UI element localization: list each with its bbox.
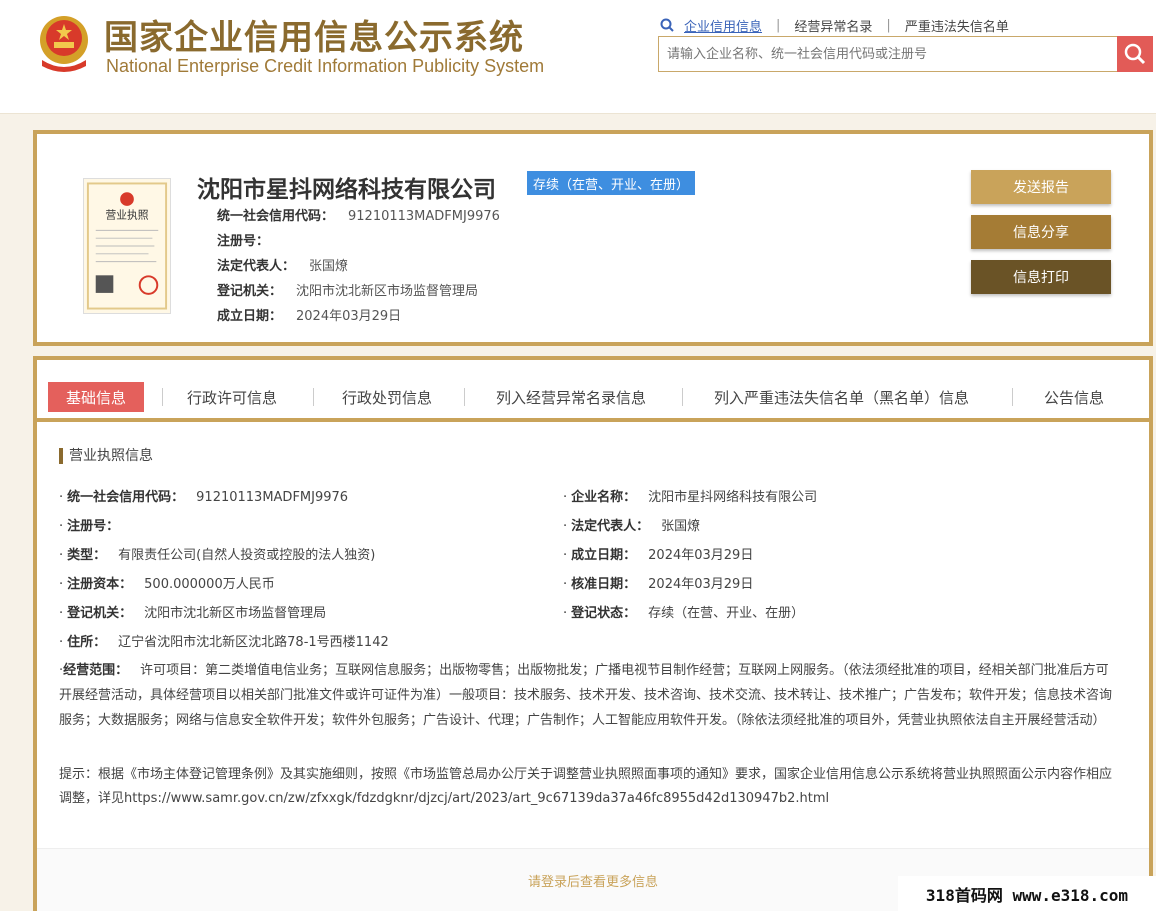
field-value: 91210113MADFMJ9976 — [196, 490, 349, 505]
field-value: 辽宁省沈阳市沈北新区沈北路78-1号西楼1142 — [118, 635, 389, 650]
field-label: 登记状态： — [571, 606, 637, 621]
field-address: · 住所： 辽宁省沈阳市沈北新区沈北路78-1号西楼1142 — [59, 635, 389, 650]
nav-abnormal-list-link[interactable]: 经营异常名录 — [794, 16, 872, 35]
field-value: 2024年03月29日 — [296, 309, 402, 324]
field-label: 成立日期： — [571, 548, 637, 563]
field-value: 沈阳市沈北新区市场监督管理局 — [144, 606, 327, 621]
field-label: 经营范围： — [63, 663, 129, 678]
summary-credit-code: 统一社会信用代码： 91210113MADFMJ9976 — [217, 205, 500, 224]
field-credit-code: · 统一社会信用代码： 91210113MADFMJ9976 — [59, 490, 349, 505]
search-button[interactable] — [1117, 36, 1153, 72]
field-value: 有限责任公司(自然人投资或控股的法人独资) — [118, 548, 376, 563]
field-value: 许可项目：第二类增值电信业务；互联网信息服务；出版物零售；出版物批发；广播电视节… — [59, 663, 1113, 728]
site-title: 国家企业信用信息公示系统 — [104, 18, 524, 58]
field-company-type: · 类型： 有限责任公司(自然人投资或控股的法人独资) — [59, 548, 376, 563]
send-report-button[interactable]: 发送报告 — [971, 170, 1111, 204]
company-detail-panel: 基础信息 行政许可信息 行政处罚信息 列入经营异常名录信息 列入严重违法失信名单… — [33, 356, 1153, 911]
share-info-button[interactable]: 信息分享 — [971, 215, 1111, 249]
field-label: 法定代表人： — [571, 519, 650, 534]
tab-abnormal-list[interactable]: 列入经营异常名录信息 — [496, 382, 646, 412]
field-label: 注册号： — [217, 234, 270, 249]
field-value: 沈阳市星抖网络科技有限公司 — [648, 490, 818, 505]
tab-admin-license[interactable]: 行政许可信息 — [187, 382, 277, 412]
search-icon — [660, 18, 674, 32]
detail-tabs: 基础信息 行政许可信息 行政处罚信息 列入经营异常名录信息 列入严重违法失信名单… — [37, 360, 1149, 422]
field-label: 统一社会信用代码： — [217, 209, 335, 224]
field-label: 注册号： — [67, 519, 120, 534]
status-badge: 存续（在营、开业、在册） — [527, 171, 696, 195]
summary-reg-number: 注册号： — [217, 230, 283, 249]
site-subtitle: National Enterprise Credit Information P… — [106, 56, 545, 76]
field-label: 登记机关： — [67, 606, 133, 621]
field-value: 500.000000万人民币 — [144, 577, 275, 592]
login-hint-link[interactable]: 请登录后查看更多信息 — [528, 871, 658, 890]
company-summary-panel: 营业执照 沈阳市星抖网络科技有限公司 存续（在营、开业、在册） 统一社会信用代码… — [33, 130, 1153, 346]
search-icon — [1124, 43, 1146, 65]
field-label: 类型： — [67, 548, 107, 563]
site-header: 国家企业信用信息公示系统 National Enterprise Credit … — [0, 0, 1156, 114]
field-reg-status: · 登记状态： 存续（在营、开业、在册） — [563, 606, 805, 621]
field-registered-capital: · 注册资本： 500.000000万人民币 — [59, 577, 275, 592]
field-label: 登记机关： — [217, 284, 283, 299]
field-founded-date: · 成立日期： 2024年03月29日 — [563, 548, 754, 563]
field-label: 注册资本： — [67, 577, 133, 592]
license-notice: 提示：根据《市场主体登记管理条例》及其实施细则，按照《市场监管总局办公厅关于调整… — [59, 767, 1113, 806]
nav-credit-info-link[interactable]: 企业信用信息 — [684, 16, 762, 35]
field-value: 存续（在营、开业、在册） — [648, 606, 805, 621]
divider — [313, 388, 314, 406]
summary-registrar: 登记机关： 沈阳市沈北新区市场监督管理局 — [217, 280, 478, 299]
field-value: 91210113MADFMJ9976 — [348, 209, 500, 224]
summary-founded-date: 成立日期： 2024年03月29日 — [217, 305, 401, 324]
field-registrar: · 登记机关： 沈阳市沈北新区市场监督管理局 — [59, 606, 327, 621]
divider — [682, 388, 683, 406]
field-label: 核准日期： — [571, 577, 637, 592]
business-scope: ·经营范围： 许可项目：第二类增值电信业务；互联网信息服务；出版物零售；出版物批发… — [59, 663, 1113, 728]
divider: | — [776, 17, 781, 33]
field-value: 2024年03月29日 — [648, 548, 754, 563]
nav-blacklist-link[interactable]: 严重违法失信名单 — [905, 16, 1009, 35]
national-emblem-icon — [40, 16, 88, 72]
field-value: 2024年03月29日 — [648, 577, 754, 592]
summary-legal-rep: 法定代表人： 张国燎 — [217, 255, 348, 274]
divider — [162, 388, 163, 406]
svg-text:营业执照: 营业执照 — [105, 209, 148, 222]
tab-admin-penalty[interactable]: 行政处罚信息 — [342, 382, 432, 412]
divider — [1012, 388, 1013, 406]
field-label: 住所： — [67, 635, 107, 650]
top-nav: 企业信用信息 | 经营异常名录 | 严重违法失信名单 — [660, 16, 1009, 35]
field-value: 张国燎 — [309, 259, 349, 274]
field-company-name: · 企业名称： 沈阳市星抖网络科技有限公司 — [563, 490, 818, 505]
site-watermark: 318首码网 www.e318.com — [898, 876, 1156, 911]
section-title: 营业执照信息 — [59, 448, 153, 464]
field-reg-number: · 注册号： — [59, 519, 120, 534]
field-label: 法定代表人： — [217, 259, 296, 274]
tab-basic-info[interactable]: 基础信息 — [48, 382, 145, 412]
tab-announcements[interactable]: 公告信息 — [1044, 382, 1104, 412]
field-label: 统一社会信用代码： — [67, 490, 185, 505]
divider: | — [886, 17, 891, 33]
field-label: 成立日期： — [217, 309, 283, 324]
print-info-button[interactable]: 信息打印 — [971, 260, 1111, 294]
field-approval-date: · 核准日期： 2024年03月29日 — [563, 577, 754, 592]
field-legal-rep: · 法定代表人： 张国燎 — [563, 519, 701, 534]
divider — [464, 388, 465, 406]
company-name: 沈阳市星抖网络科技有限公司 — [197, 177, 496, 203]
field-label: 企业名称： — [571, 490, 637, 505]
field-value: 沈阳市沈北新区市场监督管理局 — [296, 284, 479, 299]
business-license-thumbnail[interactable]: 营业执照 — [83, 178, 171, 314]
tab-blacklist[interactable]: 列入严重违法失信名单（黑名单）信息 — [714, 382, 969, 412]
search-input[interactable] — [658, 36, 1118, 72]
field-value: 张国燎 — [661, 519, 701, 534]
